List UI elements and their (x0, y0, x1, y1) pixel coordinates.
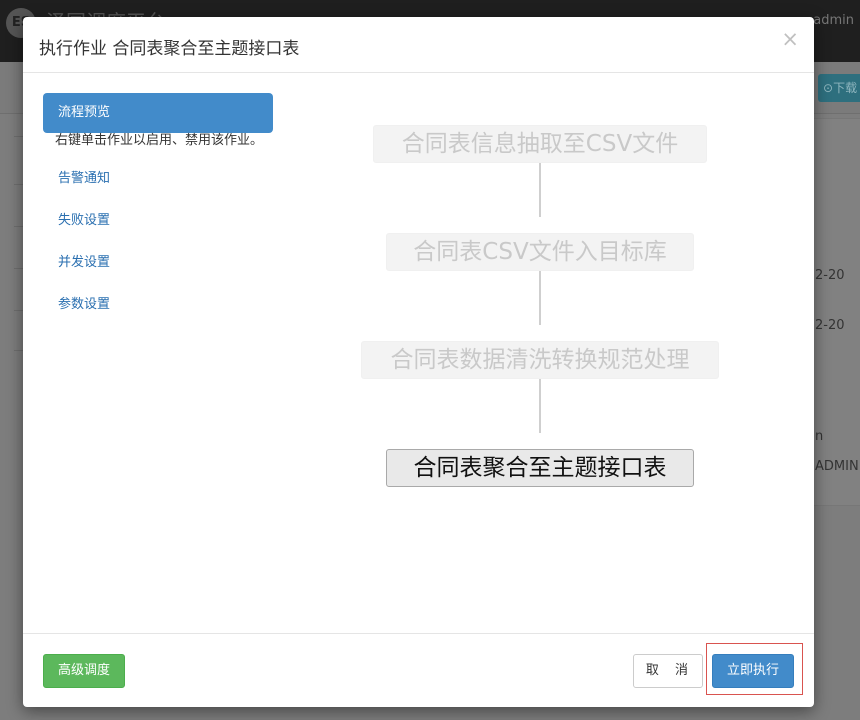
menu-item-failure-settings[interactable]: 失败设置 (43, 201, 273, 241)
flow-preview-graph: 合同表信息抽取至CSV文件 合同表CSV文件入目标库 合同表数据清洗转换规范处理… (361, 107, 719, 507)
background-cell: ADMIN (815, 459, 859, 474)
dialog-title: 执行作业 合同表聚合至主题接口表 (39, 39, 300, 59)
background-divider (14, 136, 23, 137)
flow-node[interactable]: 合同表信息抽取至CSV文件 (373, 125, 707, 163)
cancel-button[interactable]: 取 消 (633, 654, 703, 688)
flow-hint-text: 右键单击作业以启用、禁用该作业。 (55, 133, 264, 148)
dialog-header: 执行作业 合同表聚合至主题接口表 × (23, 17, 814, 73)
dialog-side-menu: 流程预览 右键单击作业以启用、禁用该作业。 告警通知 失败设置 并发设置 参数设… (43, 93, 273, 327)
menu-item-flow-preview[interactable]: 流程预览 (43, 93, 273, 133)
dialog-footer: 高级调度 取 消 立即执行 (23, 633, 814, 707)
background-divider (14, 268, 23, 269)
background-cell: n (815, 429, 824, 444)
background-cell: 2-20 (815, 318, 845, 333)
background-divider (14, 310, 23, 311)
menu-item-alert-notification[interactable]: 告警通知 (43, 159, 273, 199)
background-panel (814, 118, 860, 506)
flow-node[interactable]: 合同表CSV文件入目标库 (386, 233, 694, 271)
user-menu[interactable]: admin (813, 13, 854, 28)
background-divider (14, 226, 23, 227)
menu-item-parameter-settings[interactable]: 参数设置 (43, 285, 273, 325)
flow-node-current[interactable]: 合同表聚合至主题接口表 (386, 449, 694, 487)
download-label: 下载 (833, 81, 858, 95)
background-divider (14, 184, 23, 185)
close-icon[interactable]: × (781, 29, 799, 50)
background-divider (14, 350, 23, 351)
run-now-button[interactable]: 立即执行 (712, 654, 794, 688)
menu-item-concurrency-settings[interactable]: 并发设置 (43, 243, 273, 283)
advanced-schedule-button[interactable]: 高级调度 (43, 654, 125, 688)
flow-node[interactable]: 合同表数据清洗转换规范处理 (361, 341, 719, 379)
download-button[interactable]: ⊙下载 (818, 74, 860, 102)
background-cell: 2-20 (815, 268, 845, 283)
execute-job-dialog: 执行作业 合同表聚合至主题接口表 × 流程预览 右键单击作业以启用、禁用该作业。… (23, 17, 814, 707)
